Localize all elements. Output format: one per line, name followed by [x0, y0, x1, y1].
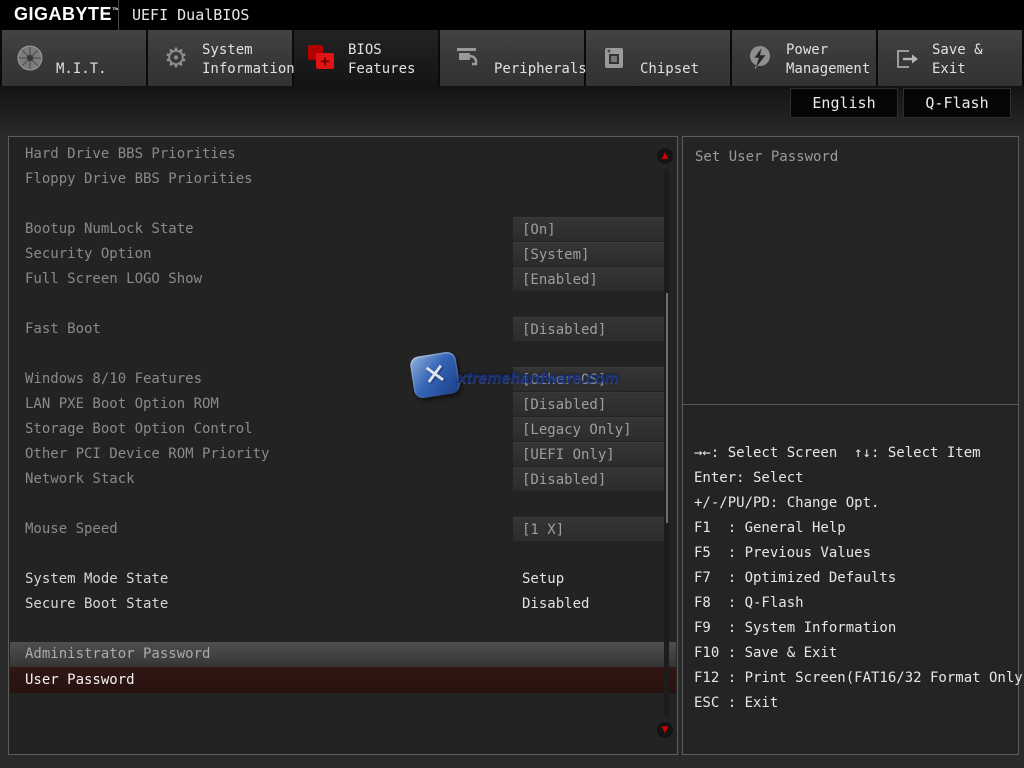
option-value[interactable]: [Disabled] — [513, 392, 666, 416]
option-value[interactable]: [1 X] — [513, 517, 666, 541]
option-value[interactable]: [Other OS] — [513, 367, 666, 391]
tab-peripherals[interactable]: Peripherals — [440, 30, 584, 86]
tab-power-management[interactable]: Power Management — [732, 30, 876, 86]
key-legend-line: F8 : Q-Flash — [694, 591, 804, 616]
info-value: Disabled — [522, 592, 589, 617]
title-bar: GIGABYTE™ UEFI DualBIOS — [0, 0, 1024, 30]
list-item-administrator-password[interactable]: Administrator Password — [10, 642, 676, 667]
key-legend-line: F12 : Print Screen(FAT16/32 Format Only) — [694, 666, 1024, 691]
tab-save-exit[interactable]: Save & Exit — [878, 30, 1022, 86]
save-exit-icon — [890, 42, 922, 74]
option-value[interactable]: [Disabled] — [513, 317, 666, 341]
language-button[interactable]: English — [790, 88, 898, 118]
key-legend-line: F1 : General Help — [694, 516, 846, 541]
tab-label: BIOS Features — [348, 41, 415, 79]
list-item-user-password-selected[interactable]: User Password — [10, 667, 676, 693]
tab-system-information[interactable]: ⚙ System Information — [148, 30, 292, 86]
option-value[interactable]: [Disabled] — [513, 467, 666, 491]
list-item-bootup-numlock[interactable]: Bootup NumLock State [On] — [9, 217, 677, 242]
gigabyte-logo: GIGABYTE™ — [14, 4, 121, 25]
divider — [118, 0, 119, 30]
tab-bar: M.I.T. ⚙ System Information + BIOS Featu… — [0, 30, 1024, 86]
list-item-system-mode-state: System Mode State Setup — [9, 567, 677, 592]
scroll-up-icon[interactable]: ▲ — [657, 148, 673, 164]
list-item-hard-drive-bbs[interactable]: Hard Drive BBS Priorities — [9, 142, 677, 167]
key-legend-line: +/-/PU/PD: Change Opt. — [694, 491, 879, 516]
divider — [683, 404, 1018, 405]
list-item-floppy-bbs[interactable]: Floppy Drive BBS Priorities — [9, 167, 677, 192]
tab-mit[interactable]: M.I.T. — [2, 30, 146, 86]
list-item-lan-pxe[interactable]: LAN PXE Boot Option ROM [Disabled] — [9, 392, 677, 417]
tab-chipset[interactable]: Chipset — [586, 30, 730, 86]
key-legend-line: F5 : Previous Values — [694, 541, 871, 566]
trademark: ™ — [112, 6, 121, 15]
help-panel: Set User Password →←: Select Screen ↑↓: … — [682, 136, 1019, 755]
list-item-fullscreen-logo[interactable]: Full Screen LOGO Show [Enabled] — [9, 267, 677, 292]
option-value[interactable]: [Legacy Only] — [513, 417, 666, 441]
list-item-mouse-speed[interactable]: Mouse Speed [1 X] — [9, 517, 677, 542]
item-help-text: Set User Password — [695, 145, 838, 170]
key-legend-line: →←: Select Screen ↑↓: Select Item — [694, 441, 981, 466]
bios-screen: GIGABYTE™ UEFI DualBIOS M.I.T. ⚙ System … — [0, 0, 1024, 768]
key-legend-line: ESC : Exit — [694, 691, 778, 716]
list-item-windows-features[interactable]: Windows 8/10 Features [Other OS] — [9, 367, 677, 392]
gear-icon: ⚙ — [160, 42, 192, 74]
option-value[interactable]: [System] — [513, 242, 666, 266]
key-legend-line: F7 : Optimized Defaults — [694, 566, 896, 591]
option-value[interactable]: [UEFI Only] — [513, 442, 666, 466]
key-legend-line: F10 : Save & Exit — [694, 641, 837, 666]
power-lightning-icon — [744, 42, 776, 74]
settings-panel: Hard Drive BBS Priorities Floppy Drive B… — [8, 136, 678, 755]
mit-dial-icon — [14, 42, 46, 74]
list-item-network-stack[interactable]: Network Stack [Disabled] — [9, 467, 677, 492]
firmware-title: UEFI DualBIOS — [132, 6, 249, 24]
qflash-button[interactable]: Q-Flash — [903, 88, 1011, 118]
key-legend-line: F9 : System Information — [694, 616, 896, 641]
tab-label: M.I.T. — [56, 60, 107, 79]
tab-bios-features[interactable]: + BIOS Features — [294, 30, 438, 86]
info-value: Setup — [522, 567, 564, 592]
list-item-secure-boot-state: Secure Boot State Disabled — [9, 592, 677, 617]
list-item-storage-boot[interactable]: Storage Boot Option Control [Legacy Only… — [9, 417, 677, 442]
tab-label: Power Management — [786, 41, 870, 79]
tab-label: System Information — [202, 41, 295, 79]
tab-label: Peripherals — [494, 60, 587, 79]
tab-label: Save & Exit — [932, 41, 1022, 79]
list-item-other-pci-rom[interactable]: Other PCI Device ROM Priority [UEFI Only… — [9, 442, 677, 467]
list-item-fast-boot[interactable]: Fast Boot [Disabled] — [9, 317, 677, 342]
key-legend-line: Enter: Select — [694, 466, 804, 491]
scrollbar-thumb[interactable] — [666, 293, 668, 523]
chipset-icon — [598, 42, 630, 74]
band-fade — [0, 122, 1024, 136]
list-item-security-option[interactable]: Security Option [System] — [9, 242, 677, 267]
bios-folder-icon: + — [306, 42, 338, 74]
option-value[interactable]: [On] — [513, 217, 666, 241]
option-value[interactable]: [Enabled] — [513, 267, 666, 291]
peripherals-icon — [452, 42, 484, 74]
tab-label: Chipset — [640, 60, 699, 79]
scroll-down-icon[interactable]: ▼ — [657, 722, 673, 738]
